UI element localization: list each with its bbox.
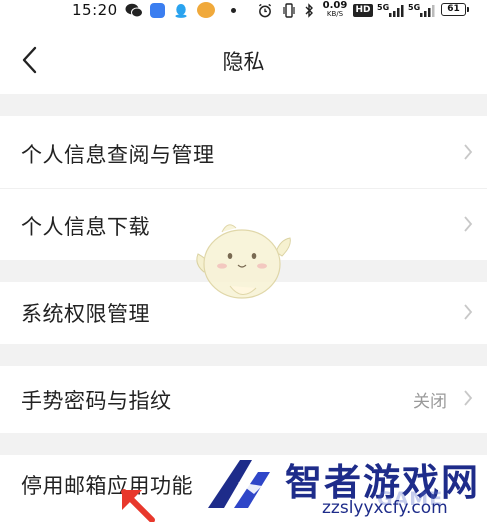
settings-item-value: 关闭 [413, 392, 447, 412]
settings-item-label: 手势密码与指纹 [21, 389, 172, 413]
weibo-icon [197, 2, 215, 18]
settings-item-label: 个人信息查阅与管理 [21, 143, 215, 167]
more-notifications-dot [231, 8, 236, 13]
chevron-right-icon [464, 144, 473, 160]
signal-1: 5G [377, 3, 407, 18]
section-divider [0, 344, 487, 366]
wechat-icon [125, 3, 143, 18]
chevron-right-icon [464, 390, 473, 406]
chevron-right-icon [464, 304, 473, 320]
section-divider [0, 94, 487, 116]
app-notification-icon [150, 3, 165, 18]
battery-indicator: 61 [441, 3, 469, 16]
signal-bars-icon [420, 5, 435, 17]
settings-item-label: 停用邮箱应用功能 [21, 474, 193, 498]
annotation-arrow-icon [121, 489, 155, 522]
alarm-icon [258, 3, 272, 18]
status-time: 15:20 [72, 1, 118, 19]
brand-logo-icon [208, 460, 270, 508]
settings-item-label: 系统权限管理 [21, 302, 150, 326]
brand-watermark-url: zzslyyxcfy.com [322, 498, 448, 518]
bluetooth-icon [305, 3, 313, 18]
settings-item-label: 个人信息下载 [21, 215, 150, 239]
status-bar: 15:20 0.09 KB/S HD 5G 5G 61 [0, 0, 487, 22]
network-speed: 0.09 KB/S [322, 0, 348, 19]
qq-icon [175, 3, 187, 18]
nav-header: 隐私 [0, 22, 487, 94]
vibrate-icon [283, 3, 295, 18]
signal-2: 5G [408, 3, 438, 18]
hd-badge: HD [353, 4, 373, 17]
page-title: 隐私 [222, 50, 265, 74]
chevron-right-icon [464, 216, 473, 232]
signal-bars-icon [389, 5, 404, 17]
mascot-watermark-icon [196, 224, 291, 299]
settings-item-gesture-fingerprint[interactable]: 手势密码与指纹 关闭 [0, 366, 487, 433]
settings-item-personal-info[interactable]: 个人信息查阅与管理 [0, 116, 487, 188]
